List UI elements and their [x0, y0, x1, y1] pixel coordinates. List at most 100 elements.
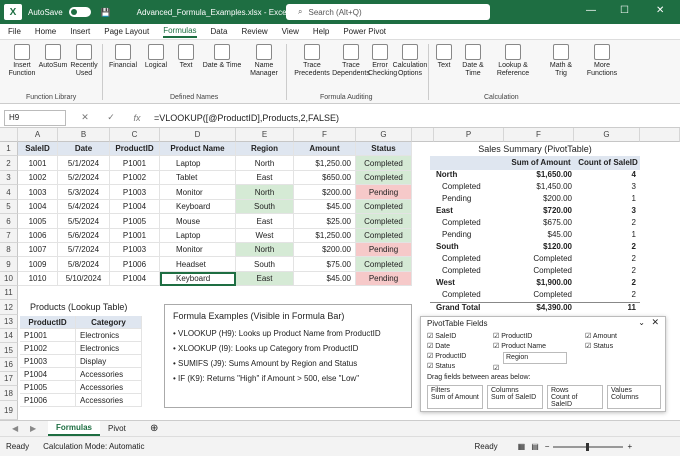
- pivot-row[interactable]: Completed Completed 2: [430, 266, 640, 278]
- products-cell[interactable]: Accessories: [76, 381, 142, 394]
- products-cell[interactable]: P1001: [20, 329, 76, 342]
- products-header[interactable]: Category: [76, 316, 142, 329]
- field-checkbox[interactable]: ☑ ProductID: [427, 352, 466, 362]
- table-cell[interactable]: $75.00: [294, 257, 356, 272]
- table-cell[interactable]: 1002: [18, 171, 58, 185]
- selected-cell[interactable]: Keyboard: [160, 272, 236, 286]
- table-cell[interactable]: 5/1/2024: [58, 156, 110, 171]
- error-checking-button[interactable]: Error Checking: [368, 44, 397, 78]
- menu-power-pivot[interactable]: Power Pivot: [343, 27, 386, 36]
- row-header[interactable]: 19: [0, 401, 18, 420]
- products-cell[interactable]: Display: [76, 355, 142, 368]
- column-header-c[interactable]: C: [110, 128, 160, 142]
- row-header[interactable]: 7: [0, 229, 18, 243]
- table-cell[interactable]: $1,250.00: [294, 156, 356, 171]
- calculation-options-button[interactable]: Calculation Options: [392, 44, 428, 78]
- table-cell[interactable]: 1010: [18, 272, 58, 286]
- table-cell[interactable]: Tablet: [160, 171, 236, 185]
- sheet-tab-formulas[interactable]: Formulas: [48, 421, 101, 436]
- table-cell[interactable]: 5/10/2024: [58, 272, 110, 286]
- menu-insert[interactable]: Insert: [70, 27, 90, 36]
- column-header-p[interactable]: P: [434, 128, 504, 142]
- table-cell[interactable]: Monitor: [160, 243, 236, 257]
- products-cell[interactable]: P1005: [20, 381, 76, 394]
- products-cell[interactable]: Electronics: [76, 342, 142, 355]
- products-cell[interactable]: Electronics: [76, 329, 142, 342]
- name-box[interactable]: H9: [4, 109, 66, 126]
- select-all-corner[interactable]: [0, 128, 18, 142]
- date-time-function-button[interactable]: Date & Time: [458, 44, 488, 78]
- table-cell[interactable]: P1001: [110, 229, 160, 243]
- status-cell[interactable]: Pending: [356, 272, 412, 286]
- pivot-row[interactable]: East $720.00 3: [430, 206, 640, 218]
- status-cell[interactable]: Completed: [356, 214, 412, 229]
- financial-button[interactable]: Financial: [106, 44, 140, 70]
- table-cell[interactable]: 1006: [18, 229, 58, 243]
- table-cell[interactable]: 5/2/2024: [58, 171, 110, 185]
- zoom-thumb[interactable]: [586, 442, 590, 451]
- menu-review[interactable]: Review: [241, 27, 267, 36]
- menu-data[interactable]: Data: [211, 27, 228, 36]
- row-header[interactable]: 5: [0, 200, 18, 214]
- status-cell[interactable]: Completed: [356, 229, 412, 243]
- table-cell[interactable]: 5/8/2024: [58, 257, 110, 272]
- table-cell[interactable]: Mouse: [160, 214, 236, 229]
- column-header-f[interactable]: F: [504, 128, 574, 142]
- maximize-icon[interactable]: ☐: [620, 5, 629, 16]
- text-button[interactable]: Text: [174, 44, 198, 70]
- insert-function-button[interactable]: Insert Function: [6, 44, 38, 78]
- table-cell[interactable]: North: [236, 243, 294, 257]
- row-header[interactable]: 9: [0, 257, 18, 272]
- field-checkbox[interactable]: ☑ Status: [585, 342, 617, 352]
- search-box[interactable]: ⌕ Search (Alt+Q): [286, 4, 490, 20]
- pivot-row[interactable]: Pending $200.00 1: [430, 194, 640, 206]
- table-cell[interactable]: P1001: [110, 156, 160, 171]
- sheet-tab-pivot[interactable]: Pivot: [100, 421, 134, 436]
- save-icon[interactable]: 💾: [101, 8, 111, 17]
- trace-dependents-button[interactable]: Trace Dependents: [332, 44, 370, 78]
- table-cell[interactable]: P1002: [110, 171, 160, 185]
- more-functions-button[interactable]: More Functions: [584, 44, 620, 78]
- row-header[interactable]: 4: [0, 185, 18, 200]
- pivot-row[interactable]: Pending $45.00 1: [430, 230, 640, 242]
- next-sheet-icon[interactable]: ▶: [22, 421, 44, 436]
- table-cell[interactable]: Headset: [160, 257, 236, 272]
- row-header[interactable]: 6: [0, 214, 18, 229]
- status-cell[interactable]: Completed: [356, 200, 412, 214]
- close-icon[interactable]: ✕: [656, 5, 664, 16]
- table-cell[interactable]: South: [236, 200, 294, 214]
- field-checkbox[interactable]: ☑ ProductID: [493, 332, 567, 342]
- row-header[interactable]: 11: [0, 286, 18, 300]
- products-cell[interactable]: P1006: [20, 394, 76, 407]
- pivot-row[interactable]: Completed Completed 2: [430, 290, 640, 302]
- status-cell[interactable]: Pending: [356, 243, 412, 257]
- row-header[interactable]: 8: [0, 243, 18, 257]
- table-cell[interactable]: East: [236, 171, 294, 185]
- table-cell[interactable]: P1003: [110, 185, 160, 200]
- products-cell[interactable]: Accessories: [76, 394, 142, 407]
- table-cell[interactable]: 1009: [18, 257, 58, 272]
- row-header[interactable]: 13: [0, 315, 18, 329]
- table-cell[interactable]: 5/5/2024: [58, 214, 110, 229]
- field-checkbox[interactable]: ☑ Amount: [585, 332, 617, 342]
- table-cell[interactable]: Keyboard: [160, 200, 236, 214]
- pivot-row[interactable]: Completed Completed 2: [430, 254, 640, 266]
- table-cell[interactable]: Laptop: [160, 156, 236, 171]
- table-cell[interactable]: 1003: [18, 185, 58, 200]
- table-cell[interactable]: 5/3/2024: [58, 185, 110, 200]
- table-cell[interactable]: 1005: [18, 214, 58, 229]
- table-cell[interactable]: P1003: [110, 243, 160, 257]
- field-checkbox[interactable]: ☑ Date: [427, 342, 466, 352]
- row-header[interactable]: 17: [0, 372, 18, 386]
- row-header[interactable]: 15: [0, 343, 18, 358]
- minimize-icon[interactable]: —: [586, 5, 596, 16]
- region-dropdown[interactable]: Region: [503, 352, 567, 364]
- table-cell[interactable]: 5/6/2024: [58, 229, 110, 243]
- row-header[interactable]: 14: [0, 329, 18, 343]
- pivot-row[interactable]: Completed $1,450.00 3: [430, 182, 640, 194]
- name-manager-button[interactable]: Name Manager: [248, 44, 280, 78]
- table-cell[interactable]: P1005: [110, 214, 160, 229]
- column-header-b[interactable]: B: [58, 128, 110, 142]
- menu-formulas[interactable]: Formulas: [163, 26, 197, 38]
- table-cell[interactable]: Monitor: [160, 185, 236, 200]
